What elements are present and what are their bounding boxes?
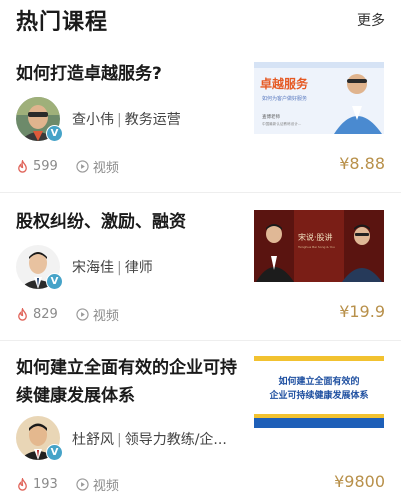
more-link[interactable]: 更多 bbox=[357, 10, 385, 30]
play-circle-icon bbox=[76, 160, 89, 173]
fire-icon bbox=[18, 308, 27, 321]
teacher-name: 宋海佳 bbox=[72, 260, 114, 276]
media-type: 视频 bbox=[92, 161, 119, 176]
thumb-title: 如何建立全面有效的 bbox=[278, 375, 359, 387]
play-circle-icon bbox=[76, 478, 89, 491]
course-title: 如何建立全面有效的企业可持续健康发展体系 bbox=[16, 358, 237, 406]
verified-badge-icon: V bbox=[46, 125, 63, 142]
verified-badge-icon: V bbox=[46, 444, 63, 461]
view-count: 599 bbox=[33, 159, 58, 174]
course-price: ¥9800 bbox=[334, 472, 385, 491]
fire-icon bbox=[18, 478, 27, 491]
teacher-info: 宋海佳 | 律师 bbox=[72, 260, 153, 276]
view-count: 829 bbox=[33, 307, 58, 322]
fire-icon bbox=[18, 160, 27, 173]
course-title: 如何打造卓越服务? bbox=[16, 64, 162, 84]
thumb-title: 宋说·股讲 bbox=[298, 232, 333, 242]
media-type: 视频 bbox=[92, 309, 119, 324]
avatar: V bbox=[16, 97, 63, 142]
thumb-title: 卓越服务 bbox=[260, 76, 309, 91]
teacher-role: 律师 bbox=[124, 260, 153, 276]
course-stats: 829 视频 bbox=[16, 305, 119, 324]
course-thumbnail[interactable]: 卓越服务 如何为客户做好服务 查博老师 中国最新认证教练设计... bbox=[254, 62, 384, 134]
course-card[interactable]: 如何建立全面有效的企业可持续健康发展体系 V 杜舒风 | 领导力教练/企... 19… bbox=[0, 340, 401, 500]
course-title: 股权纠纷、激励、融资 bbox=[16, 212, 186, 232]
course-card[interactable]: 股权纠纷、激励、融资 V 宋海佳 | 律师 829 视频 ¥19.9 宋说·股讲 T… bbox=[0, 192, 401, 341]
course-card[interactable]: 如何打造卓越服务? V 查小伟 | 教务运营 599 视频 ¥8.88 卓越服务 如… bbox=[0, 44, 401, 193]
course-price: ¥8.88 bbox=[339, 154, 385, 173]
teacher-info: 查小伟 | 教务运营 bbox=[72, 112, 181, 128]
teacher-name: 查小伟 bbox=[72, 112, 114, 128]
view-count: 193 bbox=[33, 477, 58, 492]
thumb-caption: 查博老师 bbox=[262, 113, 280, 120]
course-thumbnail[interactable]: 如何建立全面有效的 企业可持续健康发展体系 bbox=[254, 356, 384, 428]
play-circle-icon bbox=[76, 308, 89, 321]
avatar: V bbox=[16, 245, 63, 290]
course-price: ¥19.9 bbox=[339, 302, 385, 321]
thumb-subtitle: Tsinghua Bei Song & You bbox=[297, 245, 335, 249]
teacher-role: 领导力教练/企... bbox=[124, 432, 227, 448]
course-stats: 599 视频 bbox=[16, 157, 119, 176]
avatar: V bbox=[16, 416, 63, 461]
section-title: 热门课程 bbox=[16, 10, 109, 35]
thumb-caption-2: 中国最新认证教练设计... bbox=[262, 121, 301, 126]
teacher-name: 杜舒风 bbox=[72, 432, 114, 448]
course-stats: 193 视频 bbox=[16, 475, 119, 494]
thumb-subtitle: 如何为客户做好服务 bbox=[262, 95, 307, 102]
course-thumbnail[interactable]: 宋说·股讲 Tsinghua Bei Song & You bbox=[254, 210, 384, 282]
thumb-subtitle: 企业可持续健康发展体系 bbox=[268, 389, 368, 401]
media-type: 视频 bbox=[92, 479, 119, 494]
teacher-info: 杜舒风 | 领导力教练/企... bbox=[72, 432, 227, 448]
section-header: 热门课程 更多 bbox=[0, 0, 401, 44]
verified-badge-icon: V bbox=[46, 273, 63, 290]
teacher-role: 教务运营 bbox=[124, 112, 181, 128]
